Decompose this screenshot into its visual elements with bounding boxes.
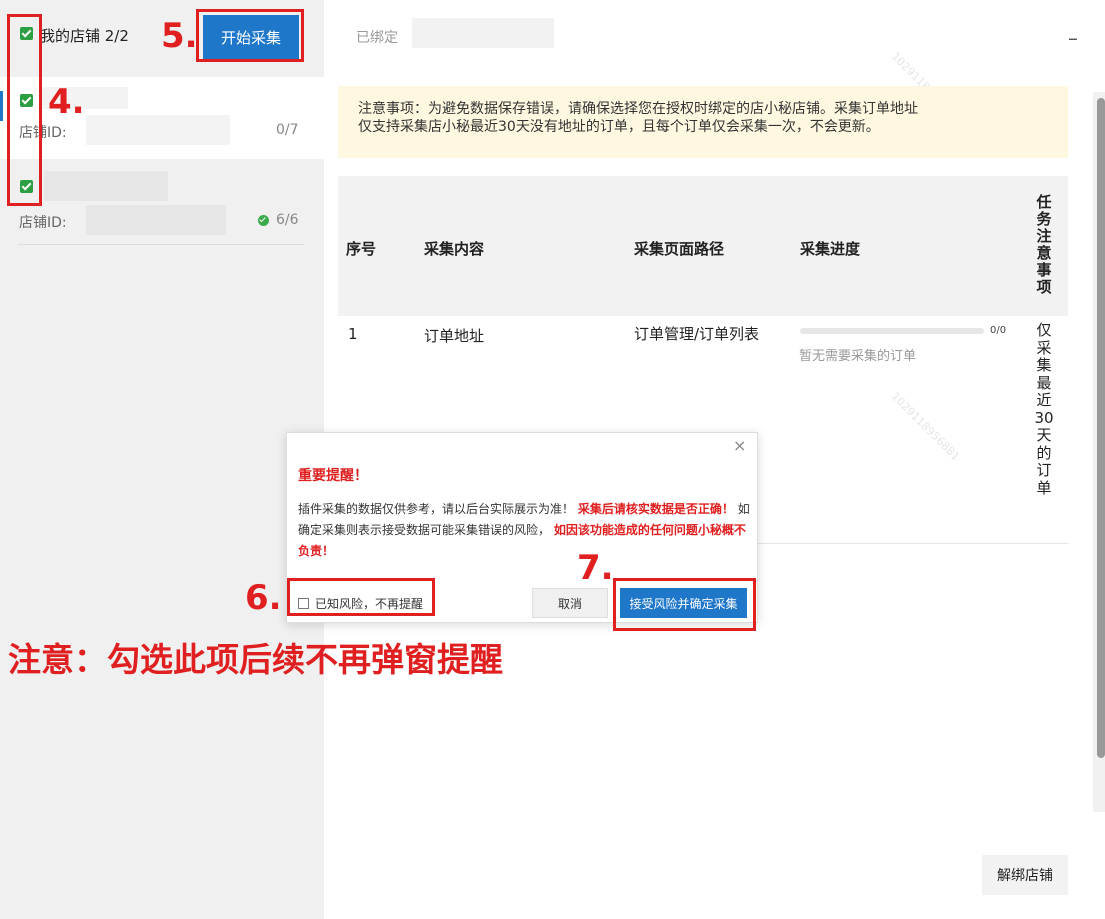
row-index: 1 [348,325,358,343]
active-indicator [0,91,3,121]
notice-banner: 注意事项：为避免数据保存错误，请确保选择您在授权时绑定的店小秘店铺。采集订单地址… [338,86,1068,158]
close-icon[interactable]: × [733,436,746,455]
success-check-icon [258,215,269,226]
step-6-label: 6. [245,578,282,618]
highlight-box-start [196,9,304,62]
dialog-text: 插件采集的数据仅供参考，请以后台实际展示为准！ [298,502,575,516]
step-7-label: 7. [577,548,614,588]
shop-progress-count: 6/6 [276,212,299,228]
notice-line: 仅支持采集店小秘最近30天没有地址的订单，且每个订单仅会采集一次，不会更新。 [358,119,880,135]
shop-progress-count: 0/7 [276,122,299,138]
cancel-button[interactable]: 取消 [532,588,608,618]
shop-id-redacted [86,115,230,145]
watermark-text: 1029118956881 [888,389,963,464]
row-path: 订单管理/订单列表 [634,325,760,343]
row-task-note: 仅采集最近30天的订单 [1034,321,1054,497]
shop-id-redacted [86,205,226,235]
my-shops-label: 我的店铺 2/2 [40,27,129,45]
bound-shop-label: 已绑定 [356,30,398,46]
step-4-label: 4. [48,82,85,122]
shop-name-redacted [44,171,168,201]
highlight-box-confirm [613,578,756,631]
header-progress: 采集进度 [800,240,861,258]
sidebar-header: 我的店铺 2/2 5. 开始采集 [0,0,324,75]
unbind-shop-button[interactable]: 解绑店铺 [982,855,1068,895]
empty-note: 暂无需要采集的订单 [799,349,917,364]
header-index: 序号 [346,240,377,258]
notice-line: 注意事项：为避免数据保存错误，请确保选择您在授权时绑定的店小秘店铺。采集订单地址 [358,101,918,117]
progress-text: 0/0 [990,325,1007,336]
highlight-box-checkbox [287,578,435,616]
shop-sidebar: 我的店铺 2/2 5. 开始采集 店铺ID: 0/7 4. 店铺ID: 6/6 [0,0,324,919]
highlight-box-checkboxes [7,14,42,206]
progress-bar [800,328,984,334]
bound-shop-redacted [412,18,554,48]
scrollbar-thumb[interactable] [1097,98,1105,758]
dialog-title: 重要提醒！ [298,468,368,484]
dialog-body: 插件采集的数据仅供参考，请以后台实际展示为准！ 采集后请核实数据是否正确！ 如确… [298,499,753,562]
minimize-icon[interactable]: – [1068,26,1078,50]
dialog-warning-text: 采集后请核实数据是否正确！ [577,502,734,516]
shop-id-label: 店铺ID: [19,215,67,231]
header-path: 采集页面路径 [634,240,725,258]
step-5-label: 5. [161,16,198,56]
header-content: 采集内容 [424,240,485,258]
row-content: 订单地址 [424,327,485,345]
header-task-notes: 任务注意事项 [1036,193,1052,296]
sidebar-divider [18,244,304,245]
annotation-note: 注意：勾选此项后续不再弹窗提醒 [8,640,503,679]
